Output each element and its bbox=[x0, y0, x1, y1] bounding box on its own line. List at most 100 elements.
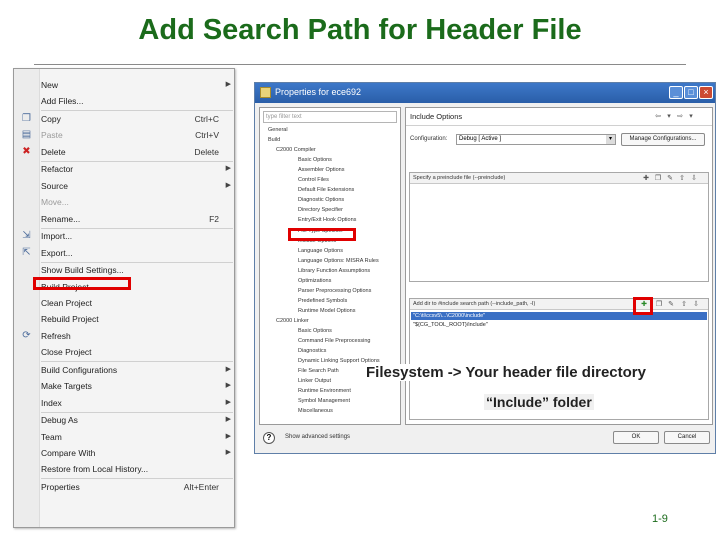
edit-icon[interactable]: ✎ bbox=[666, 175, 674, 183]
tree-node[interactable]: Control Files bbox=[298, 177, 329, 184]
cancel-button[interactable]: Cancel bbox=[664, 431, 710, 444]
menu-item-compare-with[interactable]: Compare With ▶ bbox=[41, 445, 233, 461]
tree-node[interactable]: Miscellaneous bbox=[298, 408, 333, 415]
tree-node[interactable]: Symbol Management bbox=[298, 398, 350, 405]
menu-item-source[interactable]: Source ▶ bbox=[41, 178, 233, 194]
menu-item-clean-project[interactable]: Clean Project bbox=[41, 295, 233, 311]
menu-item-build-configurations[interactable]: Build Configurations ▶ bbox=[41, 362, 233, 378]
submenu-arrow-icon: ▶ bbox=[225, 382, 231, 390]
highlight-show-build-settings bbox=[33, 277, 131, 290]
menu-item-new[interactable]: New ▶ bbox=[41, 77, 233, 93]
tree-node[interactable]: General bbox=[268, 127, 288, 134]
tree-node[interactable]: Runtime Model Options bbox=[298, 308, 355, 315]
menu-item-add-files[interactable]: Add Files... bbox=[41, 93, 233, 109]
include-path-row[interactable]: "C:\ti\ccsv5\...\C2000\include" bbox=[411, 312, 707, 320]
shortcut-label: F2 bbox=[209, 213, 219, 224]
menu-item-label: Clean Project bbox=[41, 298, 93, 308]
move-down-icon[interactable]: ⇩ bbox=[690, 175, 698, 183]
menu-item-rename[interactable]: Rename... F2 bbox=[41, 211, 233, 227]
tree-node[interactable]: Directory Specifier bbox=[298, 207, 343, 214]
slide-title: Add Search Path for Header File bbox=[138, 14, 582, 46]
move-up-icon[interactable]: ⇧ bbox=[678, 175, 686, 183]
tree-node[interactable]: File Search Path bbox=[298, 368, 339, 375]
tree-node[interactable]: Diagnostics bbox=[298, 348, 326, 355]
help-icon[interactable]: ? bbox=[263, 432, 275, 444]
filter-input[interactable]: type filter text bbox=[263, 111, 397, 123]
tree-node[interactable]: Optimizations bbox=[298, 278, 331, 285]
menu-item-delete[interactable]: Delete Delete bbox=[41, 144, 233, 160]
dialog-title: Properties for ece692 bbox=[275, 87, 362, 97]
tree-node[interactable]: Basic Options bbox=[298, 328, 332, 335]
menu-item-rebuild-project[interactable]: Rebuild Project bbox=[41, 311, 233, 327]
maximize-icon[interactable]: □ bbox=[684, 86, 698, 99]
tree-node[interactable]: Linker Output bbox=[298, 378, 331, 385]
include-path-row[interactable]: "${CG_TOOL_ROOT}/include" bbox=[411, 321, 707, 329]
configuration-select[interactable]: Debug [ Active ] ▾ bbox=[456, 134, 616, 145]
move-up-icon[interactable]: ⇧ bbox=[680, 301, 688, 309]
properties-icon bbox=[260, 87, 271, 98]
shortcut-label: Ctrl+C bbox=[194, 114, 219, 124]
ok-button[interactable]: OK bbox=[613, 431, 659, 444]
menu-item-team[interactable]: Team ▶ bbox=[41, 429, 233, 445]
menu-item-label: Rebuild Project bbox=[41, 314, 99, 325]
back-arrow-icon[interactable]: ⇦ bbox=[654, 113, 662, 121]
add-icon[interactable]: ✚ bbox=[642, 175, 650, 183]
menu-item-refactor[interactable]: Refactor ▶ bbox=[41, 161, 233, 177]
forward-arrow-icon[interactable]: ⇨ bbox=[676, 113, 684, 121]
callout-include-folder: “Include” folder bbox=[484, 394, 594, 410]
menu-item-index[interactable]: Index ▶ bbox=[41, 395, 233, 411]
tree-node[interactable]: Parser Preprocessing Options bbox=[298, 288, 371, 295]
tree-node[interactable]: Predefined Symbols bbox=[298, 298, 347, 305]
tree-node[interactable]: Command File Preprocessing bbox=[298, 338, 370, 345]
tree-node[interactable]: Language Options: MISRA Rules bbox=[298, 258, 379, 265]
tree-node[interactable]: Library Function Assumptions bbox=[298, 268, 370, 275]
menu-item-label: Add Files... bbox=[41, 96, 84, 107]
menu-item-label: Show Build Settings... bbox=[41, 265, 124, 276]
menu-item-copy[interactable]: Copy Ctrl+C bbox=[41, 111, 233, 127]
show-advanced-link[interactable]: Show advanced settings bbox=[285, 434, 350, 440]
tree-node[interactable]: Build bbox=[268, 137, 280, 144]
shortcut-label: Delete bbox=[194, 146, 219, 157]
menu-item-close-project[interactable]: Close Project bbox=[41, 344, 233, 360]
chevron-down-icon[interactable]: ▾ bbox=[665, 113, 673, 121]
tree-node[interactable]: Basic Options bbox=[298, 157, 332, 164]
menu-item-show-build-settings[interactable]: Show Build Settings... bbox=[41, 262, 233, 278]
tree-node[interactable]: Assembler Options bbox=[298, 167, 344, 174]
preinclude-list[interactable]: Specify a preinclude file (--preinclude)… bbox=[409, 172, 709, 282]
copy-icon[interactable]: ❐ bbox=[654, 175, 662, 183]
menu-item-make-targets[interactable]: Make Targets ▶ bbox=[41, 378, 233, 394]
dialog-titlebar: Properties for ece692 _ □ × bbox=[255, 83, 715, 103]
menu-item-label: Export... bbox=[41, 247, 73, 258]
tree-node[interactable]: Language Options bbox=[298, 248, 343, 255]
submenu-arrow-icon: ▶ bbox=[225, 432, 231, 440]
menu-item-label: Delete bbox=[41, 146, 66, 157]
menu-item-export[interactable]: Export... bbox=[41, 245, 233, 261]
move-down-icon[interactable]: ⇩ bbox=[692, 301, 700, 309]
tree-node[interactable]: Diagnostic Options bbox=[298, 197, 344, 204]
tree-node[interactable]: C2000 Linker bbox=[276, 318, 309, 325]
menu-item-restore-from-local-history[interactable]: Restore from Local History... bbox=[41, 461, 233, 477]
title-divider bbox=[34, 64, 686, 65]
tree-node[interactable]: Default File Extensions bbox=[298, 187, 354, 194]
menu-item-refresh[interactable]: Refresh bbox=[41, 328, 233, 344]
tree-node[interactable]: C2000 Compiler bbox=[276, 147, 316, 154]
chevron-down-icon[interactable]: ▾ bbox=[687, 113, 695, 121]
menu-item-move[interactable]: Move... bbox=[41, 194, 233, 210]
menu-item-label: Properties bbox=[41, 482, 80, 492]
shortcut-label: Alt+Enter bbox=[183, 482, 219, 492]
tree-node[interactable]: Runtime Environment bbox=[298, 388, 351, 395]
manage-configurations-button[interactable]: Manage Configurations... bbox=[621, 133, 705, 146]
menu-item-label: Team bbox=[41, 431, 62, 442]
submenu-arrow-icon: ▶ bbox=[225, 81, 231, 88]
tree-node[interactable]: Entry/Exit Hook Options bbox=[298, 217, 356, 224]
menu-item-properties[interactable]: Properties Alt+Enter bbox=[41, 479, 233, 495]
menu-item-import[interactable]: Import... bbox=[41, 228, 233, 244]
include-path-header: Add dir to #include search path (--inclu… bbox=[410, 299, 708, 310]
close-icon[interactable]: × bbox=[699, 86, 713, 99]
menu-item-paste[interactable]: Paste Ctrl+V bbox=[41, 127, 233, 143]
menu-item-debug-as[interactable]: Debug As ▶ bbox=[41, 412, 233, 428]
edit-icon[interactable]: ✎ bbox=[667, 301, 675, 309]
shortcut-label: Ctrl+V bbox=[195, 130, 219, 141]
copy-icon[interactable]: ❐ bbox=[655, 301, 663, 309]
minimize-icon[interactable]: _ bbox=[669, 86, 683, 99]
